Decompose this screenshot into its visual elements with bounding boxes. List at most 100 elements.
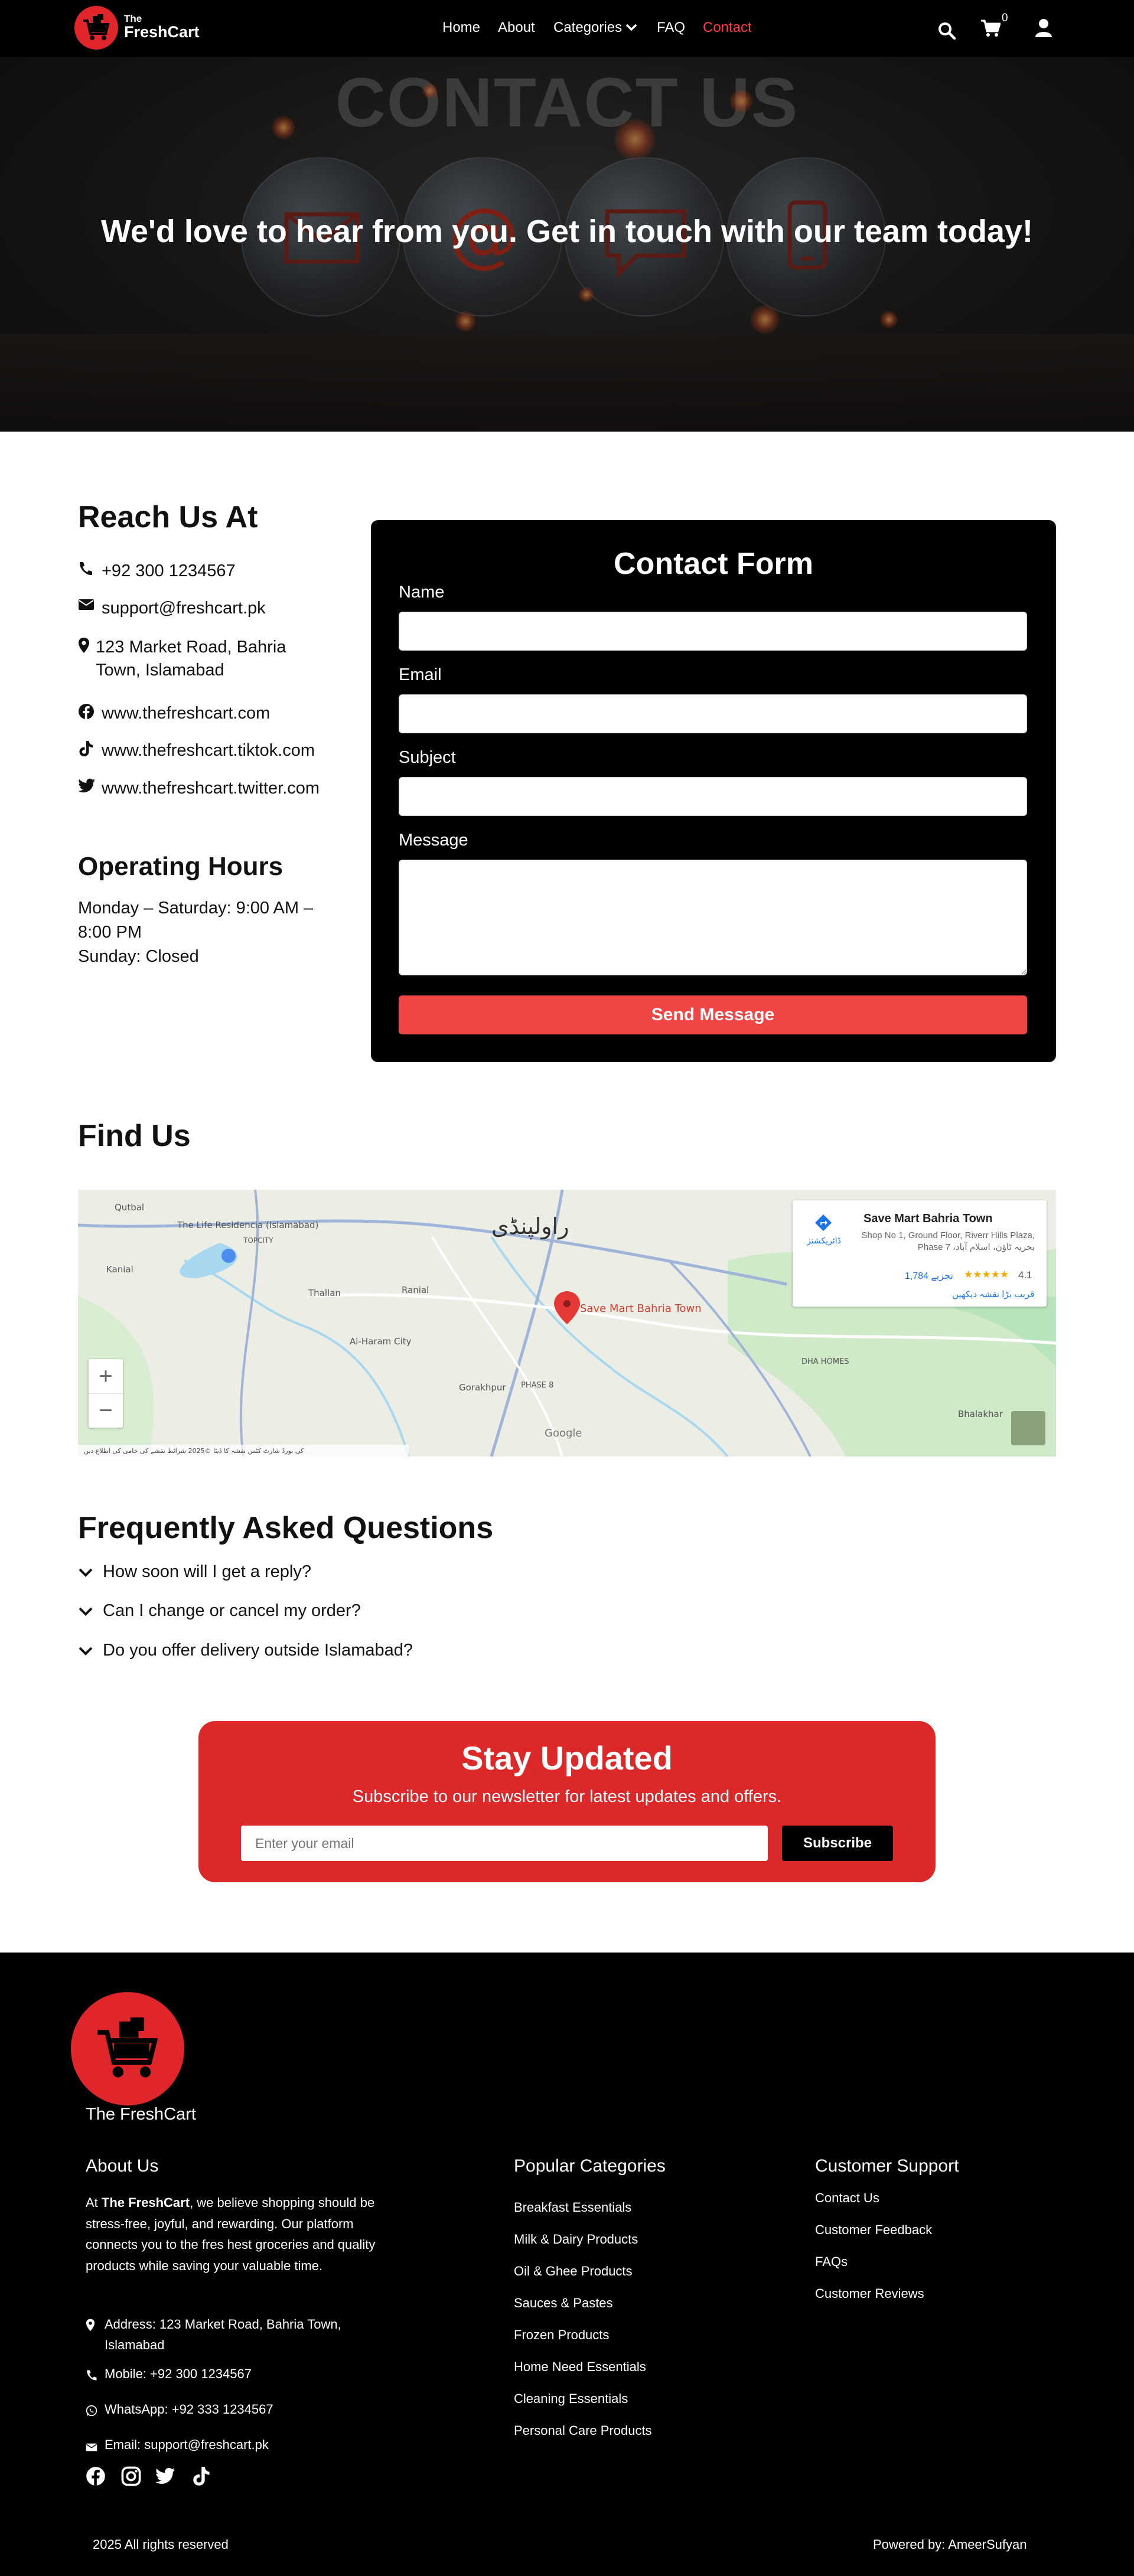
phone-icon — [78, 560, 102, 576]
phone-icon — [86, 2363, 105, 2387]
footer-support-link[interactable]: Customer Feedback — [815, 2222, 932, 2238]
faq-item[interactable]: Do you offer delivery outside Islamabad? — [78, 1641, 413, 1660]
faq-item[interactable]: How soon will I get a reply? — [78, 1562, 311, 1582]
envelope-icon — [78, 597, 102, 611]
instagram-icon[interactable] — [121, 2466, 141, 2489]
nav-contact-link[interactable]: Contact — [703, 19, 752, 36]
reviews-link[interactable]: 1,784 تجزیے — [905, 1270, 953, 1282]
newsletter-section: Stay Updated Subscribe to our newsletter… — [198, 1721, 936, 1882]
subject-label: Subject — [399, 748, 456, 767]
contact-phone[interactable]: +92 300 1234567 — [78, 560, 236, 583]
footer-category-link[interactable]: Cleaning Essentials — [514, 2391, 628, 2407]
facebook-icon[interactable] — [86, 2466, 106, 2489]
footer-support-link[interactable]: FAQs — [815, 2254, 848, 2270]
footer-email: Email: support@freshcart.pk — [86, 2434, 269, 2458]
message-label: Message — [399, 831, 468, 850]
user-icon[interactable] — [1033, 17, 1054, 38]
faq-title: Frequently Asked Questions — [78, 1511, 494, 1545]
find-us-title: Find Us — [78, 1119, 191, 1153]
footer-category-link[interactable]: Oil & Ghee Products — [514, 2264, 633, 2279]
chevron-down-icon — [78, 1606, 103, 1617]
nav-about-link[interactable]: About — [498, 19, 535, 36]
search-icon[interactable] — [936, 20, 957, 41]
footer-logo-cart-icon[interactable] — [71, 1992, 184, 2105]
address-text: 123 Market Road, Bahria Town, Islamabad — [96, 638, 286, 680]
nav-faq-link[interactable]: FAQ — [657, 19, 685, 36]
map-label: Al-Haram City — [350, 1336, 412, 1347]
powered-by-text: Powered by: AmeerSufyan — [873, 2537, 1027, 2552]
footer-email-text: Email: support@freshcart.pk — [105, 2437, 269, 2452]
contact-website[interactable]: www.thefreshcart.com — [78, 702, 270, 725]
footer-about-title: About Us — [86, 2156, 159, 2176]
map-label: Bhalakhar — [958, 1409, 1003, 1419]
email-text: support@freshcart.pk — [102, 599, 266, 618]
footer-brand: The FreshCart — [86, 2105, 196, 2124]
map-marker-icon — [86, 2314, 105, 2337]
contact-address: 123 Market Road, Bahria Town, Islamabad — [78, 636, 332, 682]
directions-link[interactable]: ڈائریکشنز — [807, 1236, 841, 1246]
copyright-text: 2025 All rights reserved — [93, 2537, 229, 2552]
place-address: Shop No 1, Ground Floor, Riverr Hills Pl… — [861, 1230, 1035, 1252]
nav-categories-link[interactable]: Categories — [553, 19, 622, 36]
footer-mobile: Mobile: +92 300 1234567 — [86, 2363, 252, 2387]
faq-question: Do you offer delivery outside Islamabad? — [103, 1641, 413, 1660]
google-map[interactable]: Qutbal The Life Residencia (Islamabad) T… — [78, 1190, 1056, 1457]
map-attribution: کی بورڈ شارٹ کٹس نقشہ کا ڈیٹا ©2025 شرائ… — [84, 1447, 304, 1455]
footer-category-link[interactable]: Personal Care Products — [514, 2423, 652, 2438]
top-navbar: The FreshCart Home About Categories FAQ … — [0, 0, 1134, 57]
footer-support-link[interactable]: Customer Reviews — [815, 2286, 924, 2301]
map-zoom-controls: + − — [89, 1359, 123, 1428]
subject-input[interactable] — [399, 777, 1027, 816]
map-label: Gorakhpur — [459, 1382, 506, 1393]
send-message-button[interactable]: Send Message — [399, 995, 1027, 1034]
name-input[interactable] — [399, 612, 1027, 651]
footer-category-link[interactable]: Milk & Dairy Products — [514, 2232, 638, 2247]
logo-cart-icon[interactable] — [74, 6, 118, 50]
tiktok-icon[interactable] — [191, 2466, 210, 2489]
subscribe-button[interactable]: Subscribe — [782, 1826, 893, 1861]
map-label: DHA HOMES — [801, 1357, 849, 1366]
footer-category-link[interactable]: Frozen Products — [514, 2327, 609, 2343]
newsletter-email-input[interactable] — [241, 1826, 768, 1861]
message-textarea[interactable] — [399, 860, 1027, 975]
map-label: Thallan — [308, 1288, 341, 1298]
footer-category-link[interactable]: Breakfast Essentials — [514, 2200, 631, 2215]
chevron-down-icon — [78, 1645, 103, 1656]
larger-map-link[interactable]: قریب بڑا نقشہ دیکھیں — [952, 1289, 1034, 1300]
newsletter-subtitle: Subscribe to our newsletter for latest u… — [352, 1787, 782, 1806]
footer-support-link[interactable]: Contact Us — [815, 2190, 879, 2206]
logo-text[interactable]: FreshCart — [124, 23, 200, 41]
map-city-label: راولپنڈی — [491, 1213, 569, 1240]
contact-twitter[interactable]: www.thefreshcart.twitter.com — [78, 777, 320, 800]
twitter-icon — [78, 777, 102, 794]
map-place-card[interactable]: ڈائریکشنز Save Mart Bahria Town Shop No … — [793, 1200, 1047, 1307]
cart-count-badge: 0 — [1002, 12, 1008, 24]
chevron-down-icon — [78, 1567, 103, 1578]
email-input[interactable] — [399, 694, 1027, 733]
twitter-icon[interactable] — [155, 2467, 176, 2488]
zoom-in-button[interactable]: + — [89, 1359, 123, 1393]
chevron-down-icon[interactable] — [625, 22, 638, 35]
newsletter-title: Stay Updated — [461, 1739, 673, 1777]
contact-email[interactable]: support@freshcart.pk — [78, 597, 266, 620]
footer-whatsapp-text: WhatsApp: +92 333 1234567 — [105, 2402, 273, 2417]
map-pin-label: Save Mart Bahria Town — [580, 1302, 702, 1315]
contact-tiktok[interactable]: www.thefreshcart.tiktok.com — [78, 739, 315, 762]
hours-weekdays: Monday – Saturday: 9:00 AM – 8:00 PM — [78, 899, 314, 942]
footer-mobile-text: Mobile: +92 300 1234567 — [105, 2366, 252, 2381]
rating-value: 4.1 — [1018, 1269, 1032, 1281]
phone-text: +92 300 1234567 — [102, 561, 236, 580]
zoom-out-button[interactable]: − — [89, 1393, 123, 1428]
hours-sunday: Sunday: Closed — [78, 947, 199, 966]
footer-category-link[interactable]: Home Need Essentials — [514, 2359, 646, 2375]
footer-whatsapp: WhatsApp: +92 333 1234567 — [86, 2399, 273, 2422]
directions-icon[interactable] — [814, 1213, 833, 1235]
contact-form-title: Contact Form — [614, 547, 813, 581]
cart-icon[interactable] — [980, 18, 1001, 39]
footer-categories-title: Popular Categories — [514, 2156, 666, 2176]
map-label: Qutbal — [115, 1202, 144, 1213]
footer-category-link[interactable]: Sauces & Pastes — [514, 2296, 613, 2311]
nav-home-link[interactable]: Home — [442, 19, 480, 36]
faq-item[interactable]: Can I change or cancel my order? — [78, 1601, 361, 1621]
operating-hours-title: Operating Hours — [78, 852, 284, 881]
